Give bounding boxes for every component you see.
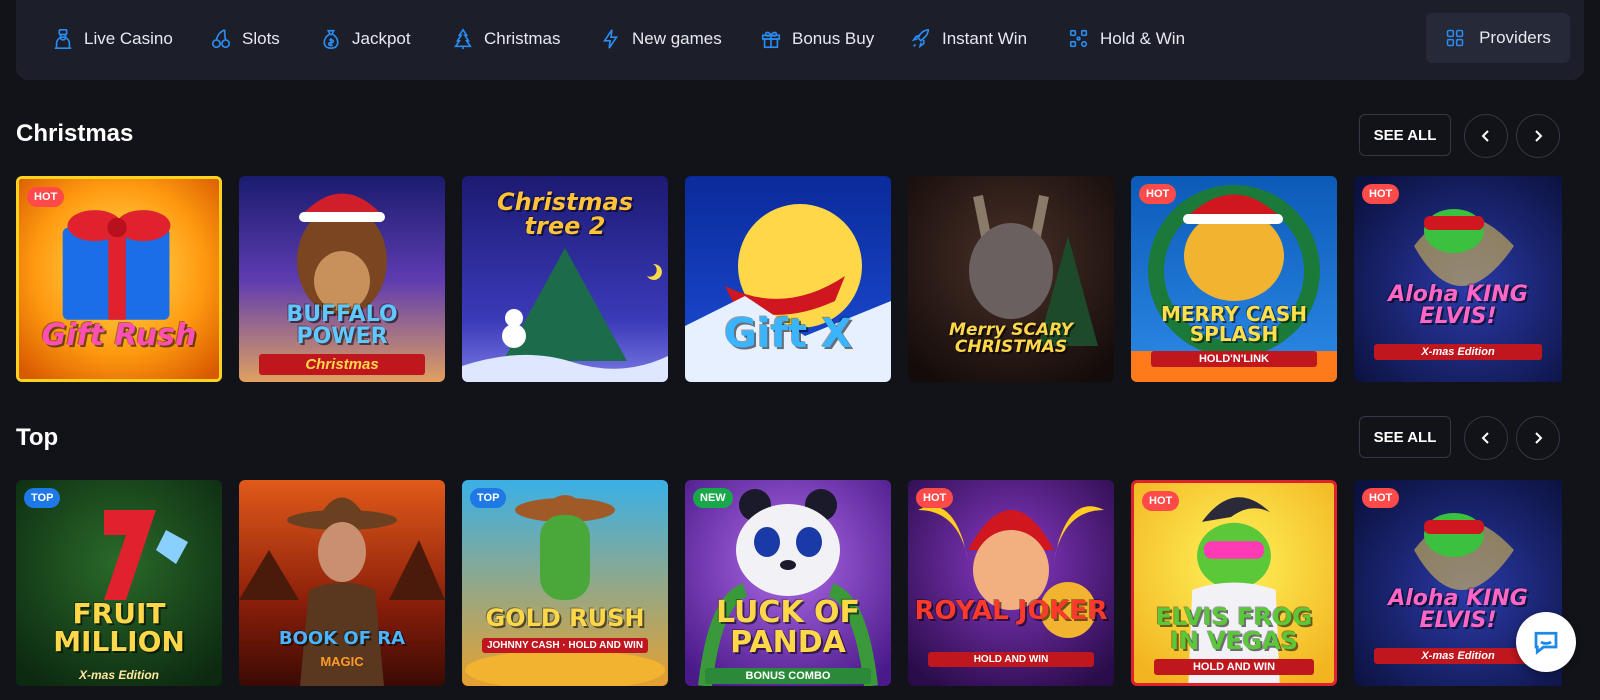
rocket-icon: [911, 29, 930, 49]
hot-badge: HOT: [27, 187, 65, 207]
game-title: LUCK OF PANDA: [715, 595, 861, 660]
nav-item-label: Live Casino: [84, 29, 173, 48]
nav-item-instant-win[interactable]: Instant Win: [910, 24, 1027, 54]
game-title: GOLD RUSH: [485, 604, 645, 632]
nav-item-label: Jackpot: [352, 29, 411, 48]
game-artwork: [239, 176, 445, 382]
game-title: Aloha KING ELVIS!: [1388, 282, 1528, 329]
chevron-right-icon: [1535, 130, 1543, 142]
game-tile[interactable]: Christmas tree 2: [462, 176, 668, 382]
game-tile[interactable]: TOP GOLD RUSH JOHNNY CASH · HOLD AND WIN: [462, 480, 668, 686]
chevron-right-icon: [1535, 432, 1543, 444]
game-subtitle: X-mas Edition: [1374, 344, 1542, 360]
game-tile[interactable]: TOP FRUIT MILLION X-mas Edition: [16, 480, 222, 686]
money-bag-icon: [323, 29, 339, 49]
top-badge: TOP: [470, 488, 507, 508]
game-subtitle: Christmas: [259, 354, 425, 375]
nav-item-live-casino[interactable]: Live Casino: [52, 24, 173, 54]
prev-arrow-button[interactable]: [1464, 416, 1508, 460]
grid-dots-icon: [1069, 29, 1088, 48]
game-title: BUFFALO POWER: [286, 302, 398, 349]
game-title: Christmas tree 2: [496, 188, 633, 240]
game-title: Merry SCARY CHRISTMAS: [949, 320, 1073, 357]
hot-badge: HOT: [1139, 184, 1177, 204]
nav-item-label: Christmas: [484, 29, 561, 48]
nav-item-label: Instant Win: [942, 29, 1028, 48]
game-tile[interactable]: HOT ELVIS FROG IN VEGAS HOLD AND WIN: [1131, 480, 1337, 686]
hot-badge: HOT: [916, 488, 954, 508]
see-all-button[interactable]: SEE ALL: [1359, 114, 1451, 156]
chevron-left-icon: [1481, 130, 1489, 142]
hot-badge: HOT: [1362, 488, 1400, 508]
game-tile[interactable]: BOOK OF RA MAGIC: [239, 480, 445, 686]
prev-arrow-button[interactable]: [1464, 114, 1508, 158]
game-subtitle: HOLD AND WIN: [928, 652, 1094, 667]
gift-icon: [761, 31, 781, 49]
nav-item-christmas[interactable]: Christmas: [452, 24, 561, 54]
hot-badge: HOT: [1142, 491, 1180, 511]
category-nav: Live Casino Slots Jackpot Christmas New …: [16, 0, 1584, 80]
game-title: FRUIT MILLION: [53, 597, 185, 658]
game-title: ELVIS FROG IN VEGAS: [1155, 603, 1313, 655]
game-subtitle: JOHNNY CASH · HOLD AND WIN: [482, 638, 648, 653]
nav-item-jackpot[interactable]: Jackpot: [320, 24, 411, 54]
lightning-icon: [603, 29, 619, 49]
nav-item-label: Bonus Buy: [792, 29, 875, 48]
top-badge: TOP: [24, 488, 61, 508]
game-subtitle: HOLD AND WIN: [1154, 659, 1314, 675]
nav-item-new-games[interactable]: New games: [600, 24, 722, 54]
nav-item-label: Hold & Win: [1100, 29, 1186, 48]
game-subtitle: HOLD'N'LINK: [1151, 351, 1317, 367]
nav-item-label: New games: [632, 29, 722, 48]
game-subtitle: X-mas Edition: [78, 668, 159, 682]
section-title-christmas: Christmas: [16, 120, 134, 147]
grid-icon: [1446, 29, 1464, 47]
nav-item-slots[interactable]: Slots: [210, 24, 280, 54]
game-tile[interactable]: Merry SCARY CHRISTMAS: [908, 176, 1114, 382]
chat-icon: [1534, 631, 1558, 655]
section-title-top: Top: [16, 424, 59, 451]
providers-label: Providers: [1479, 28, 1551, 47]
providers-button[interactable]: Providers: [1426, 13, 1570, 63]
game-title: Gift Rush: [41, 318, 197, 353]
game-title: ROYAL JOKER: [914, 596, 1108, 626]
see-all-button[interactable]: SEE ALL: [1359, 416, 1451, 458]
game-tile[interactable]: BUFFALO POWER Christmas: [239, 176, 445, 382]
cherries-icon: [211, 29, 231, 49]
game-title: MERRY CASH SPLASH: [1160, 302, 1307, 346]
chevron-left-icon: [1481, 432, 1489, 444]
nav-item-label: Slots: [242, 29, 280, 48]
game-tile[interactable]: HOT ROYAL JOKER HOLD AND WIN: [908, 480, 1114, 686]
dealer-icon: [54, 29, 72, 49]
game-tile[interactable]: Gift X: [685, 176, 891, 382]
nav-item-hold-and-win[interactable]: Hold & Win: [1068, 24, 1185, 54]
next-arrow-button[interactable]: [1516, 114, 1560, 158]
game-tile[interactable]: NEW LUCK OF PANDA BONUS COMBO: [685, 480, 891, 686]
game-subtitle: BONUS COMBO: [705, 668, 871, 684]
game-title: Gift X: [724, 311, 852, 357]
next-arrow-button[interactable]: [1516, 416, 1560, 460]
new-badge: NEW: [693, 488, 733, 508]
game-artwork: [462, 480, 668, 686]
christmas-tree-icon: [454, 28, 472, 50]
live-chat-button[interactable]: [1516, 612, 1576, 672]
game-title: BOOK OF RA: [278, 628, 406, 649]
game-subtitle: MAGIC: [320, 654, 364, 669]
game-tile[interactable]: HOT MERRY CASH SPLASH HOLD'N'LINK: [1131, 176, 1337, 382]
nav-item-bonus-buy[interactable]: Bonus Buy: [760, 24, 874, 54]
game-tile[interactable]: HOT Aloha KING ELVIS! X-mas Edition: [1354, 176, 1562, 382]
hot-badge: HOT: [1362, 184, 1400, 204]
game-tile[interactable]: HOT Gift Rush: [16, 176, 222, 382]
